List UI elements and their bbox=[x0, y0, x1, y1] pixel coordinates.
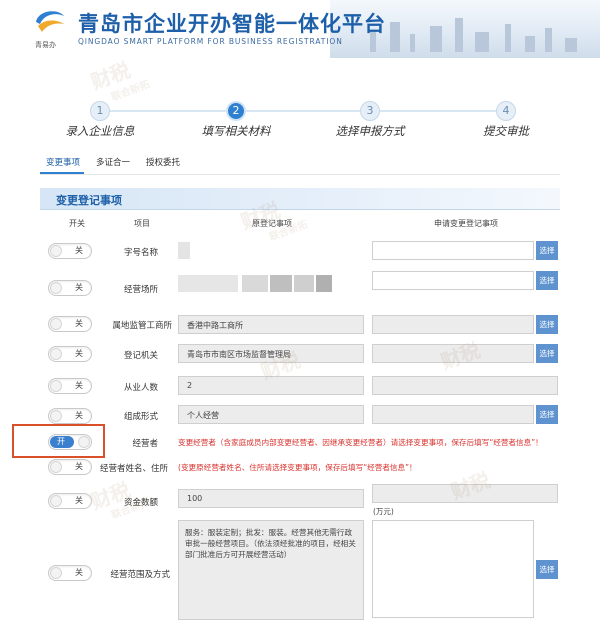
step-4-circle: 4 bbox=[496, 101, 516, 121]
page-title: 青岛市企业开办智能一体化平台 bbox=[78, 12, 386, 36]
column-header-item: 项目 bbox=[134, 219, 150, 228]
toggle-bureau[interactable]: 关 bbox=[48, 316, 92, 332]
warning-operator-info: (变更原经营者姓名、住所请选择变更事项，保存后填写“经营者信息”！ bbox=[178, 463, 417, 472]
toggle-place[interactable]: 关 bbox=[48, 280, 92, 296]
watermark-text: 财税 bbox=[87, 477, 134, 515]
input-place[interactable] bbox=[372, 271, 534, 290]
column-header-original: 原登记事项 bbox=[252, 219, 292, 228]
original-form: 个人经营 bbox=[178, 405, 364, 424]
label-form: 组成形式 bbox=[123, 412, 158, 422]
header: 青易办 青岛市企业开办智能一体化平台 QINGDAO SMART PLATFOR… bbox=[0, 0, 600, 58]
step-2-label: 填写相关材料 bbox=[201, 124, 271, 138]
step-1-circle: 1 bbox=[90, 101, 110, 121]
select-button-place[interactable]: 选择 bbox=[536, 271, 558, 290]
toggle-operator-info[interactable]: 关 bbox=[48, 459, 92, 475]
original-scope: 服务：服装定制；批发：服装。经营其他无需行政审批一般经营项目。（依法须经批准的项… bbox=[178, 520, 364, 620]
toggle-operator[interactable]: 开 bbox=[48, 434, 92, 450]
label-scope: 经营范围及方式 bbox=[110, 570, 170, 580]
select-button-bureau[interactable]: 选择 bbox=[536, 315, 558, 334]
progress-steps: 1 2 3 4 录入企业信息 填写相关材料 选择申报方式 提交审批 bbox=[0, 95, 600, 145]
toggle-capital[interactable]: 关 bbox=[48, 493, 92, 509]
toggle-name[interactable]: 关 bbox=[48, 243, 92, 259]
tab-divider bbox=[40, 174, 560, 175]
original-authority: 青岛市市南区市场监督管理局 bbox=[178, 344, 364, 363]
input-scope[interactable] bbox=[372, 520, 534, 618]
label-staff: 从业人数 bbox=[123, 383, 158, 393]
input-name[interactable] bbox=[372, 241, 534, 260]
step-4-label: 提交审批 bbox=[483, 124, 529, 138]
input-bureau[interactable] bbox=[372, 315, 534, 334]
column-header-requested: 申请变更登记事项 bbox=[434, 219, 498, 228]
tab-multi-cert[interactable]: 多证合一 bbox=[96, 156, 130, 168]
label-name: 字号名称 bbox=[123, 248, 158, 258]
column-header-switch: 开关 bbox=[69, 219, 85, 228]
label-place: 经营场所 bbox=[123, 285, 158, 295]
label-bureau: 属地监管工商所 bbox=[112, 321, 172, 331]
original-capital: 100 bbox=[178, 489, 364, 508]
step-2-circle: 2 bbox=[226, 101, 246, 121]
original-staff: 2 bbox=[178, 376, 364, 395]
toggle-form[interactable]: 关 bbox=[48, 408, 92, 424]
original-bureau: 香港中路工商所 bbox=[178, 315, 364, 334]
step-1-label: 录入企业信息 bbox=[65, 124, 135, 138]
select-button-form[interactable]: 选择 bbox=[536, 405, 558, 424]
label-operator-info: 经营者姓名、住所 bbox=[100, 464, 169, 474]
original-name-redacted bbox=[178, 242, 364, 259]
input-staff[interactable] bbox=[372, 376, 558, 395]
section-header: 变更登记事项 bbox=[40, 188, 560, 210]
section-title: 变更登记事项 bbox=[56, 194, 122, 207]
select-button-name[interactable]: 选择 bbox=[536, 241, 558, 260]
input-capital[interactable] bbox=[372, 484, 558, 503]
warning-operator: 变更经营者（含家庭成员内部变更经营者、因继承变更经营者）请选择变更事项，保存后填… bbox=[178, 438, 543, 447]
label-authority: 登记机关 bbox=[123, 351, 158, 361]
toggle-authority[interactable]: 关 bbox=[48, 346, 92, 362]
original-place-redacted bbox=[178, 275, 364, 292]
logo-text: 青易办 bbox=[35, 41, 56, 49]
label-operator: 经营者 bbox=[132, 439, 158, 449]
input-form[interactable] bbox=[372, 405, 534, 424]
step-3-circle: 3 bbox=[360, 101, 380, 121]
toggle-staff[interactable]: 关 bbox=[48, 378, 92, 394]
input-authority[interactable] bbox=[372, 344, 534, 363]
tab-authorization[interactable]: 授权委托 bbox=[146, 156, 180, 168]
watermark-text: 财税 bbox=[87, 57, 134, 95]
page-subtitle: QINGDAO SMART PLATFORM FOR BUSINESS REGI… bbox=[78, 37, 343, 46]
capital-unit: (万元) bbox=[373, 507, 394, 516]
step-3-label: 选择申报方式 bbox=[335, 124, 405, 138]
select-button-scope[interactable]: 选择 bbox=[536, 560, 558, 579]
logo-icon bbox=[36, 11, 64, 32]
toggle-scope[interactable]: 关 bbox=[48, 565, 92, 581]
label-capital: 资金数额 bbox=[123, 498, 158, 508]
select-button-authority[interactable]: 选择 bbox=[536, 344, 558, 363]
tab-change-items[interactable]: 变更事项 bbox=[46, 156, 80, 168]
